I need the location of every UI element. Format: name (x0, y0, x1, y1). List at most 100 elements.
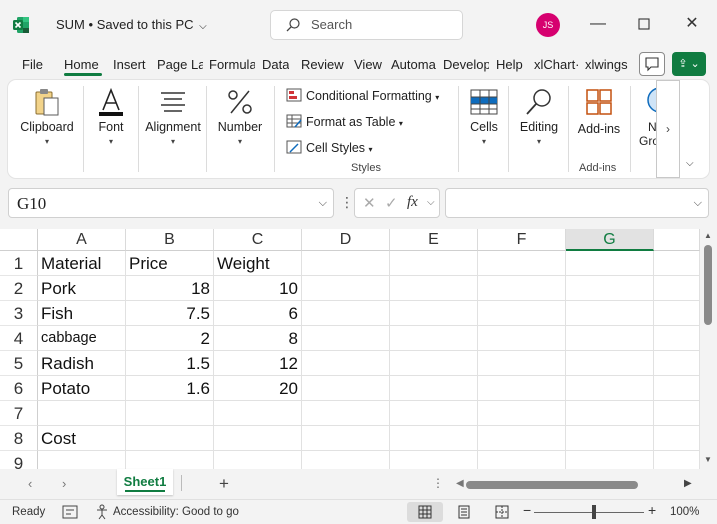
grid-cell[interactable]: Fish (38, 301, 126, 326)
grid-cell[interactable] (390, 351, 478, 376)
search-input[interactable] (311, 17, 451, 32)
cells-group[interactable]: Cells ▾ (464, 80, 504, 178)
formula-input[interactable]: ⌵ (445, 188, 709, 218)
grid-cell[interactable] (566, 351, 654, 376)
grid-cell[interactable] (302, 451, 390, 469)
tab-file[interactable]: File (22, 57, 43, 72)
grid-cell[interactable]: Cost (38, 426, 126, 451)
chevron-down-icon[interactable]: ⌵ (319, 197, 327, 210)
column-header-c[interactable]: C (214, 229, 302, 251)
grid-cell[interactable] (390, 426, 478, 451)
grid-cell[interactable]: 18 (126, 276, 214, 301)
grid-cell[interactable] (390, 301, 478, 326)
tab-xlwings[interactable]: xlwings (585, 57, 631, 72)
enter-check-icon[interactable]: ✓ (385, 194, 398, 212)
column-header-a[interactable]: A (38, 229, 126, 251)
grid-cell[interactable] (566, 251, 654, 276)
add-sheet-button[interactable]: + (219, 474, 229, 494)
grid-cell[interactable] (566, 376, 654, 401)
grid-cell[interactable] (302, 276, 390, 301)
row-header[interactable]: 9 (0, 451, 38, 469)
grid-cell[interactable] (302, 301, 390, 326)
grid-cell[interactable] (390, 401, 478, 426)
grid-cell[interactable] (478, 426, 566, 451)
grid-cell[interactable] (654, 376, 700, 401)
grid-cell[interactable] (566, 401, 654, 426)
grid-cell[interactable] (654, 401, 700, 426)
grid-cell[interactable] (126, 451, 214, 469)
grid-cell[interactable] (654, 276, 700, 301)
zoom-in-button[interactable]: + (648, 502, 656, 518)
grid-cell[interactable] (390, 451, 478, 469)
vertical-ellipsis-icon[interactable]: ⋮ (340, 194, 354, 211)
normal-view-button[interactable] (407, 502, 443, 522)
column-header-e[interactable]: E (390, 229, 478, 251)
column-header-f[interactable]: F (478, 229, 566, 251)
grid-cell[interactable] (566, 326, 654, 351)
grid-cell[interactable]: 8 (214, 326, 302, 351)
share-button[interactable]: ⇪ ⌄ (672, 52, 706, 76)
grid-cell[interactable]: Pork (38, 276, 126, 301)
scroll-down-icon[interactable]: ▼ (704, 455, 712, 464)
name-box[interactable]: G10 ⌵ (8, 188, 334, 218)
grid-cell[interactable] (654, 301, 700, 326)
minimize-icon[interactable]: — (586, 12, 610, 36)
tab-review[interactable]: Review (301, 57, 344, 72)
scroll-left-icon[interactable]: ◀ (456, 478, 464, 489)
scroll-up-icon[interactable]: ▲ (704, 231, 712, 240)
grid-cell[interactable]: Material (38, 251, 126, 276)
grid-cell[interactable] (214, 401, 302, 426)
grid-cell[interactable] (478, 301, 566, 326)
previous-sheet-icon[interactable]: ‹ (28, 476, 32, 491)
grid-cell[interactable] (302, 251, 390, 276)
insert-function-button[interactable]: fx (407, 194, 418, 211)
zoom-slider-thumb[interactable] (592, 505, 596, 519)
font-group[interactable]: Font ▾ (86, 80, 136, 178)
grid-cell[interactable]: 20 (214, 376, 302, 401)
grid-cell[interactable] (302, 326, 390, 351)
page-layout-view-button[interactable] (446, 502, 482, 522)
chevron-down-icon[interactable]: ⌵ (694, 197, 702, 210)
number-group[interactable]: Number ▾ (212, 80, 268, 178)
tab-insert[interactable]: Insert (113, 57, 146, 72)
row-header[interactable]: 1 (0, 251, 38, 276)
macro-recording-icon[interactable] (62, 505, 78, 519)
tab-page-layout[interactable]: Page La (157, 57, 203, 72)
grid-cell[interactable]: Potato (38, 376, 126, 401)
grid-cell[interactable]: 7.5 (126, 301, 214, 326)
tab-formulas[interactable]: Formula (209, 57, 255, 72)
clipboard-group[interactable]: Clipboard ▾ (12, 80, 82, 178)
comments-button[interactable] (639, 52, 665, 76)
sheet-tab-sheet1[interactable]: Sheet1 (117, 469, 173, 495)
grid-cell[interactable] (478, 376, 566, 401)
grid-cell[interactable] (654, 351, 700, 376)
tab-view[interactable]: View (354, 57, 382, 72)
zoom-slider[interactable] (534, 512, 644, 513)
grid-cell[interactable] (38, 401, 126, 426)
cell-styles-button[interactable]: Cell Styles ▾ (286, 140, 373, 155)
grid-cell[interactable] (302, 376, 390, 401)
select-all-corner[interactable] (0, 229, 38, 251)
chevron-down-icon[interactable]: ⌵ (427, 197, 435, 208)
grid-cell[interactable] (126, 401, 214, 426)
ribbon-expand-button[interactable]: ⌵ (686, 158, 694, 169)
grid-cell[interactable] (566, 451, 654, 469)
maximize-icon[interactable] (632, 12, 656, 36)
column-header-g[interactable]: G (566, 229, 654, 251)
search-box[interactable] (270, 10, 463, 40)
grid-cell[interactable]: 6 (214, 301, 302, 326)
grid-cell[interactable] (38, 451, 126, 469)
grid-cell[interactable] (654, 426, 700, 451)
grid-cell[interactable]: Weight (214, 251, 302, 276)
tab-data[interactable]: Data (262, 57, 289, 72)
grid-cell[interactable] (390, 276, 478, 301)
grid-cell[interactable]: cabbage (38, 326, 126, 351)
next-sheet-icon[interactable]: › (62, 476, 66, 491)
grid-cell[interactable] (566, 276, 654, 301)
grid-cell[interactable] (478, 351, 566, 376)
accessibility-status[interactable]: Accessibility: Good to go (113, 506, 239, 518)
grid-cell[interactable] (390, 251, 478, 276)
grid-cell[interactable] (566, 301, 654, 326)
column-header-b[interactable]: B (126, 229, 214, 251)
tab-help[interactable]: Help (496, 57, 523, 72)
